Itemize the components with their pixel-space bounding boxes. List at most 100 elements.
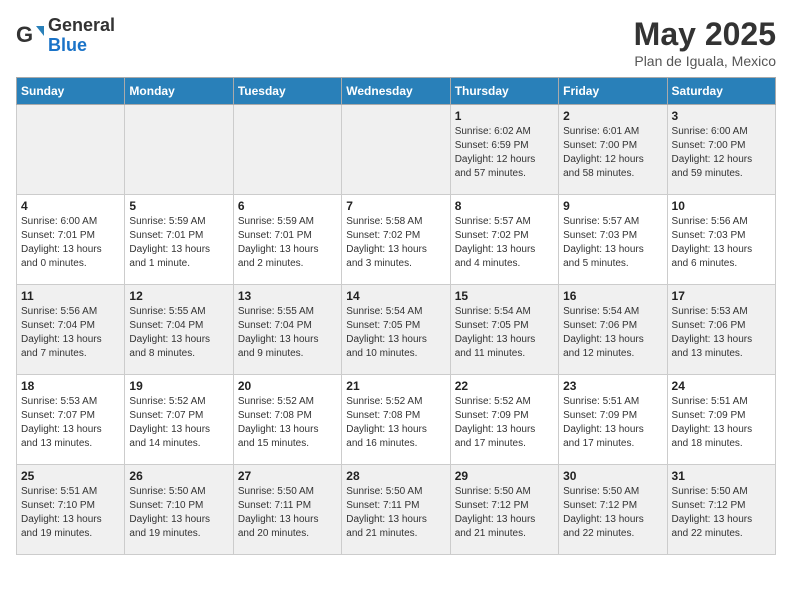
- calendar-cell: 3 Sunrise: 6:00 AMSunset: 7:00 PMDaylight…: [667, 105, 775, 195]
- day-number: 11: [21, 289, 120, 303]
- day-number: 19: [129, 379, 228, 393]
- day-info: Sunrise: 5:56 AMSunset: 7:04 PMDaylight:…: [21, 305, 120, 361]
- logo: G General Blue: [16, 16, 115, 56]
- day-number: 12: [129, 289, 228, 303]
- calendar-cell: 1 Sunrise: 6:02 AMSunset: 6:59 PMDaylight…: [450, 105, 558, 195]
- day-info: Sunrise: 5:50 AMSunset: 7:11 PMDaylight:…: [346, 485, 445, 541]
- day-number: 27: [238, 469, 337, 483]
- calendar-cell: 7 Sunrise: 5:58 AMSunset: 7:02 PMDaylight…: [342, 195, 450, 285]
- calendar-cell: 31Sunrise: 5:50 AMSunset: 7:12 PMDayligh…: [667, 465, 775, 555]
- calendar-cell: 6 Sunrise: 5:59 AMSunset: 7:01 PMDaylight…: [233, 195, 341, 285]
- day-info: Sunrise: 5:57 AMSunset: 7:02 PMDaylight:…: [455, 215, 554, 271]
- weekday-header-row: SundayMondayTuesdayWednesdayThursdayFrid…: [17, 78, 776, 105]
- logo-blue: Blue: [48, 36, 115, 56]
- weekday-header-thursday: Thursday: [450, 78, 558, 105]
- day-info: Sunrise: 5:50 AMSunset: 7:12 PMDaylight:…: [455, 485, 554, 541]
- calendar-cell: 12 Sunrise: 5:55 AMSunset: 7:04 PMDayligh…: [125, 285, 233, 375]
- day-info: Sunrise: 5:55 AMSunset: 7:04 PMDaylight:…: [129, 305, 228, 361]
- day-number: 23: [563, 379, 662, 393]
- calendar-table: SundayMondayTuesdayWednesdayThursdayFrid…: [16, 77, 776, 555]
- day-info: Sunrise: 5:55 AMSunset: 7:04 PMDaylight:…: [238, 305, 337, 361]
- day-number: 2: [563, 109, 662, 123]
- calendar-cell: 21 Sunrise: 5:52 AMSunset: 7:08 PMDayligh…: [342, 375, 450, 465]
- day-number: 24: [672, 379, 771, 393]
- day-info: Sunrise: 5:59 AMSunset: 7:01 PMDaylight:…: [238, 215, 337, 271]
- logo-icon: G: [16, 22, 44, 50]
- day-info: Sunrise: 5:52 AMSunset: 7:07 PMDaylight:…: [129, 395, 228, 451]
- calendar-cell: 17Sunrise: 5:53 AMSunset: 7:06 PMDayligh…: [667, 285, 775, 375]
- calendar-cell: 13 Sunrise: 5:55 AMSunset: 7:04 PMDayligh…: [233, 285, 341, 375]
- day-number: 26: [129, 469, 228, 483]
- day-info: Sunrise: 5:50 AMSunset: 7:10 PMDaylight:…: [129, 485, 228, 541]
- calendar-cell: 29 Sunrise: 5:50 AMSunset: 7:12 PMDayligh…: [450, 465, 558, 555]
- day-info: Sunrise: 5:51 AMSunset: 7:09 PMDaylight:…: [563, 395, 662, 451]
- calendar-cell: 20 Sunrise: 5:52 AMSunset: 7:08 PMDayligh…: [233, 375, 341, 465]
- day-number: 1: [455, 109, 554, 123]
- day-info: Sunrise: 5:50 AMSunset: 7:12 PMDaylight:…: [563, 485, 662, 541]
- day-number: 29: [455, 469, 554, 483]
- day-number: 28: [346, 469, 445, 483]
- calendar-cell: [125, 105, 233, 195]
- svg-text:G: G: [16, 22, 33, 47]
- day-number: 31: [672, 469, 771, 483]
- day-number: 3: [672, 109, 771, 123]
- day-info: Sunrise: 5:54 AMSunset: 7:06 PMDaylight:…: [563, 305, 662, 361]
- day-number: 9: [563, 199, 662, 213]
- calendar-cell: 2 Sunrise: 6:01 AMSunset: 7:00 PMDaylight…: [559, 105, 667, 195]
- subtitle: Plan de Iguala, Mexico: [634, 53, 776, 69]
- day-info: Sunrise: 5:58 AMSunset: 7:02 PMDaylight:…: [346, 215, 445, 271]
- day-info: Sunrise: 5:51 AMSunset: 7:09 PMDaylight:…: [672, 395, 771, 451]
- day-info: Sunrise: 5:54 AMSunset: 7:05 PMDaylight:…: [455, 305, 554, 361]
- day-number: 6: [238, 199, 337, 213]
- calendar-cell: [342, 105, 450, 195]
- day-info: Sunrise: 5:54 AMSunset: 7:05 PMDaylight:…: [346, 305, 445, 361]
- day-info: Sunrise: 5:52 AMSunset: 7:09 PMDaylight:…: [455, 395, 554, 451]
- day-info: Sunrise: 5:53 AMSunset: 7:07 PMDaylight:…: [21, 395, 120, 451]
- calendar-cell: [17, 105, 125, 195]
- calendar-cell: 27Sunrise: 5:50 AMSunset: 7:11 PMDayligh…: [233, 465, 341, 555]
- day-number: 7: [346, 199, 445, 213]
- day-info: Sunrise: 5:52 AMSunset: 7:08 PMDaylight:…: [346, 395, 445, 451]
- calendar-cell: 25Sunrise: 5:51 AMSunset: 7:10 PMDayligh…: [17, 465, 125, 555]
- day-info: Sunrise: 5:52 AMSunset: 7:08 PMDaylight:…: [238, 395, 337, 451]
- day-number: 22: [455, 379, 554, 393]
- weekday-header-sunday: Sunday: [17, 78, 125, 105]
- day-number: 13: [238, 289, 337, 303]
- calendar-cell: 18 Sunrise: 5:53 AMSunset: 7:07 PMDayligh…: [17, 375, 125, 465]
- main-title: May 2025: [634, 16, 776, 53]
- day-info: Sunrise: 5:56 AMSunset: 7:03 PMDaylight:…: [672, 215, 771, 271]
- day-number: 16: [563, 289, 662, 303]
- calendar-cell: 30 Sunrise: 5:50 AMSunset: 7:12 PMDayligh…: [559, 465, 667, 555]
- day-number: 4: [21, 199, 120, 213]
- day-info: Sunrise: 5:59 AMSunset: 7:01 PMDaylight:…: [129, 215, 228, 271]
- calendar-cell: 24 Sunrise: 5:51 AMSunset: 7:09 PMDayligh…: [667, 375, 775, 465]
- calendar-cell: 8 Sunrise: 5:57 AMSunset: 7:02 PMDaylight…: [450, 195, 558, 285]
- day-info: Sunrise: 6:01 AMSunset: 7:00 PMDaylight:…: [563, 125, 662, 181]
- calendar-cell: 16 Sunrise: 5:54 AMSunset: 7:06 PMDayligh…: [559, 285, 667, 375]
- day-number: 10: [672, 199, 771, 213]
- day-info: Sunrise: 6:00 AMSunset: 7:00 PMDaylight:…: [672, 125, 771, 181]
- week-row-4: 18 Sunrise: 5:53 AMSunset: 7:07 PMDayligh…: [17, 375, 776, 465]
- calendar-cell: [233, 105, 341, 195]
- calendar-cell: 14Sunrise: 5:54 AMSunset: 7:05 PMDayligh…: [342, 285, 450, 375]
- calendar-cell: 28 Sunrise: 5:50 AMSunset: 7:11 PMDayligh…: [342, 465, 450, 555]
- calendar-cell: 26 Sunrise: 5:50 AMSunset: 7:10 PMDayligh…: [125, 465, 233, 555]
- day-number: 5: [129, 199, 228, 213]
- calendar-cell: 10 Sunrise: 5:56 AMSunset: 7:03 PMDayligh…: [667, 195, 775, 285]
- day-info: Sunrise: 6:00 AMSunset: 7:01 PMDaylight:…: [21, 215, 120, 271]
- calendar-cell: 4 Sunrise: 6:00 AMSunset: 7:01 PMDaylight…: [17, 195, 125, 285]
- day-number: 21: [346, 379, 445, 393]
- weekday-header-friday: Friday: [559, 78, 667, 105]
- day-info: Sunrise: 6:02 AMSunset: 6:59 PMDaylight:…: [455, 125, 554, 181]
- day-number: 20: [238, 379, 337, 393]
- calendar-cell: 9Sunrise: 5:57 AMSunset: 7:03 PMDaylight…: [559, 195, 667, 285]
- day-number: 30: [563, 469, 662, 483]
- calendar-cell: 23 Sunrise: 5:51 AMSunset: 7:09 PMDayligh…: [559, 375, 667, 465]
- calendar-cell: 19 Sunrise: 5:52 AMSunset: 7:07 PMDayligh…: [125, 375, 233, 465]
- day-number: 8: [455, 199, 554, 213]
- logo-text: General Blue: [48, 16, 115, 56]
- weekday-header-tuesday: Tuesday: [233, 78, 341, 105]
- logo-general: General: [48, 16, 115, 36]
- day-number: 18: [21, 379, 120, 393]
- weekday-header-wednesday: Wednesday: [342, 78, 450, 105]
